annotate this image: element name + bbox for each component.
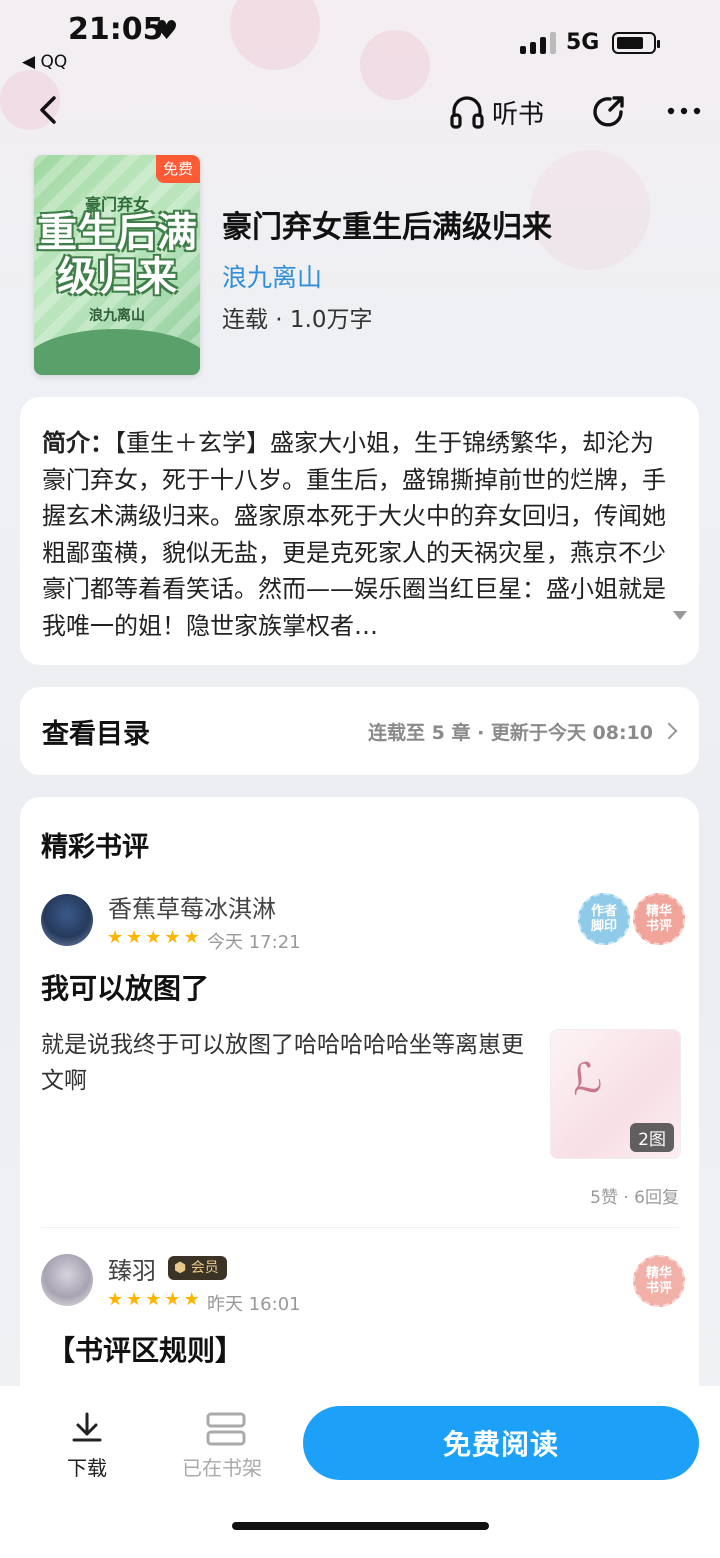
download-label[interactable]: 下载 xyxy=(52,1452,122,1481)
elite-review-stamp: 精华 书评 xyxy=(633,1255,685,1307)
review-username[interactable]: 臻羽 xyxy=(108,1251,156,1286)
review-body[interactable]: 就是说我终于可以放图了哈哈哈哈哈坐等离崽更文啊 xyxy=(41,1027,531,1099)
status-bar: 21:05 ♥ ◀ QQ 5G xyxy=(0,0,720,80)
expand-arrow-icon[interactable] xyxy=(673,611,687,620)
listen-button[interactable]: 听书 xyxy=(448,90,544,134)
reviews-header: 精彩书评 xyxy=(41,832,149,863)
thumbnail-artwork: ℒ xyxy=(566,1051,606,1106)
review-title[interactable]: 【书评区规则】 xyxy=(47,1329,243,1369)
avatar[interactable] xyxy=(41,1254,93,1306)
intro-card[interactable]: 简介：【重生＋玄学】盛家大小姐，生于锦绣繁华，却沦为豪门弃女，死于十八岁。重生后… xyxy=(20,397,699,665)
free-badge: 免费 xyxy=(156,155,200,183)
bookshelf-icon[interactable] xyxy=(196,1410,256,1450)
cover-author: 浪九离山 xyxy=(89,308,145,324)
vip-badge: ⬢ 会员 xyxy=(168,1256,227,1280)
review-username[interactable]: 香蕉草莓冰淇淋 xyxy=(108,889,276,924)
chevron-right-icon xyxy=(660,722,678,740)
review-stats: 5赞 · 6回复 xyxy=(590,1188,679,1208)
more-icon[interactable] xyxy=(664,96,704,126)
back-arrow-icon[interactable] xyxy=(30,88,70,132)
shelf-label[interactable]: 已在书架 xyxy=(170,1452,274,1481)
review-image-thumbnail[interactable]: ℒ 2图 xyxy=(550,1029,681,1159)
author-link[interactable]: 浪九离山 xyxy=(222,258,322,294)
divider xyxy=(41,1227,679,1228)
intro-label: 简介： xyxy=(42,429,114,457)
bottom-action-bar: 下载 已在书架 免费阅读 xyxy=(0,1386,720,1558)
cover-title: 重生后满级归来 xyxy=(37,210,197,300)
share-icon[interactable] xyxy=(588,90,630,132)
status-time: 21:05 xyxy=(68,12,164,47)
vip-label: 会员 xyxy=(190,1260,219,1276)
elite-review-stamp: 精华 书评 xyxy=(633,893,685,945)
book-cover[interactable]: 豪门弃女 重生后满级归来 浪九离山 xyxy=(34,155,200,375)
network-label: 5G xyxy=(566,30,600,55)
back-to-app[interactable]: ◀ QQ xyxy=(22,52,67,72)
catalog-title: 查看目录 xyxy=(42,718,150,750)
review-time: 今天 17:21 xyxy=(207,932,301,953)
image-count-badge: 2图 xyxy=(630,1123,674,1152)
listen-label: 听书 xyxy=(492,99,545,130)
download-icon[interactable] xyxy=(62,1410,112,1450)
battery-icon xyxy=(612,32,660,54)
avatar[interactable] xyxy=(41,894,93,946)
rating-stars: ★ ★ ★ ★ ★ xyxy=(107,927,200,948)
catalog-row[interactable]: 查看目录 连载至 5 章 · 更新于今天 08:10 xyxy=(20,687,699,775)
back-app-label: QQ xyxy=(40,52,68,72)
intro-text: 简介：【重生＋玄学】盛家大小姐，生于锦绣繁华，却沦为豪门弃女，死于十八岁。重生后… xyxy=(42,425,677,645)
heart-icon: ♥ xyxy=(155,16,179,46)
intro-body: 【重生＋玄学】盛家大小姐，生于锦绣繁华，却沦为豪门弃女，死于十八岁。重生后，盛锦… xyxy=(42,429,666,640)
author-footprint-stamp: 作者 脚印 xyxy=(578,893,630,945)
home-indicator xyxy=(232,1522,489,1530)
review-time: 昨天 16:01 xyxy=(207,1294,301,1315)
review-title[interactable]: 我可以放图了 xyxy=(41,967,209,1007)
free-read-button[interactable]: 免费阅读 xyxy=(303,1406,699,1480)
catalog-meta: 连载至 5 章 · 更新于今天 08:10 xyxy=(368,721,653,744)
book-title: 豪门弃女重生后满级归来 xyxy=(222,210,552,245)
headphones-icon xyxy=(450,96,484,129)
book-meta: 连载 · 1.0万字 xyxy=(222,307,373,333)
rating-stars: ★ ★ ★ ★ ★ xyxy=(107,1289,200,1310)
signal-icon xyxy=(520,32,556,54)
